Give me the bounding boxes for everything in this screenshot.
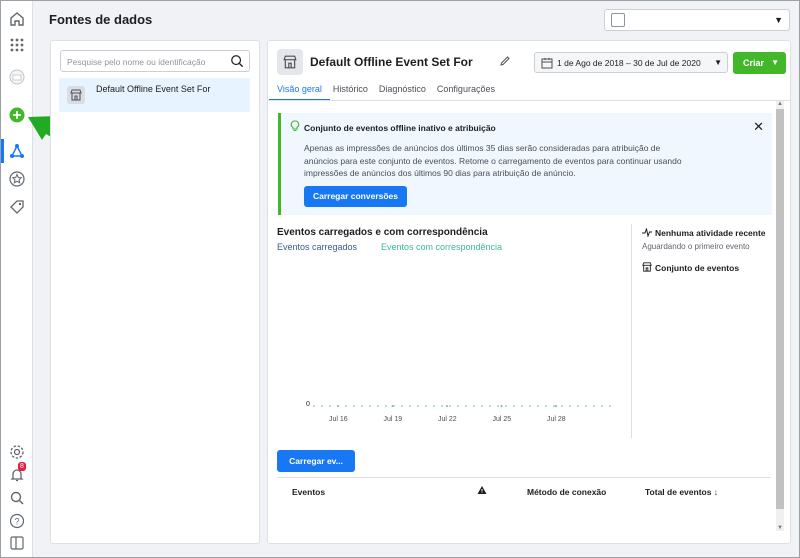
legend-uploaded-events[interactable]: Eventos carregados — [277, 242, 357, 252]
tab-overview[interactable]: Visão geral — [269, 83, 330, 101]
calendar-icon — [611, 13, 625, 27]
tab-settings[interactable]: Configurações — [437, 83, 495, 101]
scroll-up-arrow[interactable]: ▲ — [777, 101, 783, 107]
data-point — [391, 405, 394, 407]
tabs-divider — [268, 100, 790, 101]
activity-pulse-icon — [642, 227, 652, 238]
page-title: Fontes de dados — [49, 12, 153, 27]
active-indicator — [1, 139, 4, 163]
close-icon[interactable]: ✕ — [753, 119, 764, 135]
star-icon[interactable] — [7, 169, 27, 189]
data-point — [446, 405, 448, 407]
warning-icon — [477, 486, 487, 494]
ad-account-selector[interactable]: ▼ — [604, 9, 790, 31]
inactive-event-set-banner: Conjunto de eventos offline inativo e at… — [278, 113, 772, 215]
chart-side-divider — [631, 224, 632, 438]
notification-badge: 8 — [18, 462, 26, 471]
data-point — [500, 405, 503, 407]
event-set-label: Conjunto de eventos — [655, 263, 740, 273]
event-set-detail-panel: Default Offline Event Set For 1 de Ago d… — [267, 40, 791, 544]
column-events[interactable]: Eventos — [292, 487, 325, 497]
date-range-text: 1 de Ago de 2018 – 30 de Jul de 2020 — [557, 58, 701, 68]
column-connection-method[interactable]: Método de conexão — [527, 487, 606, 497]
upload-events-button[interactable]: Carregar ev... — [277, 450, 355, 472]
upload-conversions-button[interactable]: Carregar conversões — [304, 186, 407, 207]
x-axis-tick-label: Jul 25 — [492, 416, 512, 423]
notifications-bell-icon[interactable]: 8 — [7, 462, 27, 485]
search-placeholder: Pesquise pelo nome ou identificação — [67, 57, 206, 67]
recent-activity-text: Nenhuma atividade recente — [655, 228, 766, 238]
scrollbar[interactable]: ▲ ▼ — [776, 101, 784, 531]
tab-diagnostics[interactable]: Diagnóstico — [379, 83, 426, 101]
data-sources-panel: Pesquise pelo nome ou identificação Defa… — [50, 40, 260, 544]
lightbulb-icon — [290, 120, 300, 132]
recent-activity-subtitle: Aguardando o primeiro evento — [642, 242, 750, 251]
search-input[interactable]: Pesquise pelo nome ou identificação — [60, 50, 250, 72]
tag-icon[interactable] — [7, 197, 27, 217]
help-icon[interactable]: ? — [7, 511, 27, 531]
store-icon — [67, 86, 85, 104]
scrollbar-thumb[interactable] — [776, 109, 784, 509]
apps-grid-icon[interactable] — [7, 35, 27, 55]
date-range-picker[interactable]: 1 de Ago de 2018 – 30 de Jul de 2020 ▼ — [534, 52, 728, 73]
chart-title: Eventos carregados e com correspondência — [277, 227, 488, 238]
tab-bar: Visão geral Histórico Diagnóstico Config… — [269, 83, 506, 101]
home-icon[interactable] — [7, 9, 27, 29]
x-axis-tick-label: Jul 16 — [329, 416, 348, 423]
create-button[interactable]: Criar ▼ — [733, 52, 786, 74]
svg-text:?: ? — [14, 517, 19, 527]
banner-body: Apenas as impressões de anúncios dos últ… — [304, 143, 682, 178]
table-divider — [277, 477, 771, 478]
store-icon — [277, 49, 303, 75]
event-set-info: Conjunto de eventos — [642, 262, 739, 273]
edit-pencil-icon[interactable] — [499, 55, 511, 67]
chevron-down-icon: ▼ — [771, 58, 779, 67]
scroll-down-arrow[interactable]: ▼ — [777, 525, 783, 531]
legend-matched-events[interactable]: Eventos com correspondência — [381, 242, 502, 252]
column-total-events[interactable]: Total de eventos ↓ — [645, 487, 718, 497]
chevron-down-icon: ▼ — [714, 58, 722, 67]
store-icon — [642, 262, 652, 272]
account-avatar-icon[interactable] — [7, 67, 27, 87]
calendar-icon — [541, 58, 553, 69]
x-axis-tick-label: Jul 22 — [438, 416, 457, 423]
banner-title: Conjunto de eventos offline inativo e at… — [304, 123, 496, 133]
data-point — [555, 405, 557, 407]
tab-history[interactable]: Histórico — [333, 83, 368, 101]
data-source-item[interactable]: Default Offline Event Set For — [59, 78, 250, 112]
chevron-down-icon: ▼ — [774, 15, 783, 25]
data-source-label: Default Offline Event Set For — [96, 84, 211, 94]
settings-gear-icon[interactable] — [7, 442, 27, 462]
event-set-title: Default Offline Event Set For — [310, 55, 473, 69]
y-axis-tick-label: 0 — [306, 401, 310, 408]
create-button-label: Criar — [743, 58, 765, 68]
events-chart — [313, 405, 613, 407]
x-axis-tick-label: Jul 28 — [547, 416, 566, 423]
recent-activity-title: Nenhuma atividade recente — [642, 227, 766, 238]
search-icon[interactable] — [230, 54, 244, 68]
x-axis-tick-label: Jul 19 — [383, 416, 403, 423]
search-icon[interactable] — [7, 488, 27, 508]
data-point — [337, 405, 339, 407]
left-nav-rail: 8 ? — [1, 1, 33, 557]
collapse-panel-icon[interactable] — [7, 533, 27, 553]
